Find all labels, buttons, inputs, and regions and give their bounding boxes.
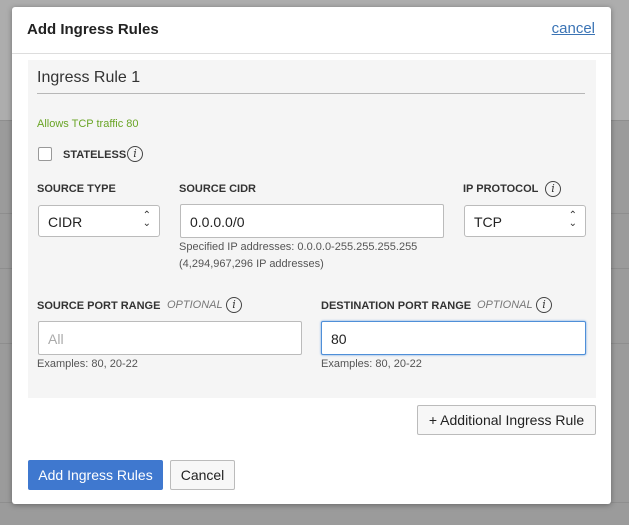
info-icon[interactable]: i [545, 181, 561, 197]
rule-title-divider [37, 93, 585, 94]
source-type-value: CIDR [48, 214, 83, 230]
ip-protocol-label: IP PROTOCOL [463, 183, 539, 195]
source-cidr-label: SOURCE CIDR [179, 183, 257, 195]
source-cidr-input[interactable]: 0.0.0.0/0 [180, 204, 444, 238]
source-port-range-help: Examples: 80, 20-22 [37, 358, 138, 370]
cancel-button[interactable]: Cancel [170, 460, 235, 490]
destination-port-range-input[interactable]: 80 [321, 321, 586, 355]
destination-port-optional: OPTIONAL [477, 299, 533, 311]
source-port-range-label: SOURCE PORT RANGE [37, 300, 161, 312]
ingress-rule-panel: Ingress Rule 1 Allows TCP traffic 80 STA… [28, 60, 596, 398]
stateless-label: STATELESS [63, 149, 127, 161]
dialog-title: Add Ingress Rules [27, 21, 159, 38]
add-ingress-rules-button[interactable]: Add Ingress Rules [28, 460, 163, 490]
chevron-up-down-icon: ⌃ ⌄ [142, 210, 151, 229]
ip-protocol-select[interactable]: TCP ⌃ ⌄ [464, 205, 586, 237]
chevron-up-down-icon: ⌃ ⌄ [568, 210, 577, 229]
stateless-checkbox[interactable] [38, 147, 52, 161]
destination-port-range-help: Examples: 80, 20-22 [321, 358, 422, 370]
source-port-optional: OPTIONAL [167, 299, 223, 311]
source-cidr-help-count: (4,294,967,296 IP addresses) [179, 258, 324, 270]
source-port-range-input[interactable]: All [38, 321, 302, 355]
info-icon[interactable]: i [536, 297, 552, 313]
source-cidr-help-range: Specified IP addresses: 0.0.0.0-255.255.… [179, 241, 418, 253]
header-divider [12, 53, 611, 54]
ip-protocol-value: TCP [474, 214, 502, 230]
rule-summary: Allows TCP traffic 80 [37, 118, 139, 130]
info-icon[interactable]: i [127, 146, 143, 162]
info-icon[interactable]: i [226, 297, 242, 313]
source-cidr-help: Specified IP addresses: 0.0.0.0-255.255.… [179, 239, 417, 273]
additional-ingress-rule-button[interactable]: + Additional Ingress Rule [417, 405, 596, 435]
rule-title: Ingress Rule 1 [37, 69, 141, 86]
source-type-select[interactable]: CIDR ⌃ ⌄ [38, 205, 160, 237]
destination-port-range-label: DESTINATION PORT RANGE [321, 300, 472, 312]
source-type-label: SOURCE TYPE [37, 183, 116, 195]
add-ingress-rules-dialog: Add Ingress Rules cancel Ingress Rule 1 … [12, 7, 611, 504]
cancel-link[interactable]: cancel [552, 20, 595, 37]
